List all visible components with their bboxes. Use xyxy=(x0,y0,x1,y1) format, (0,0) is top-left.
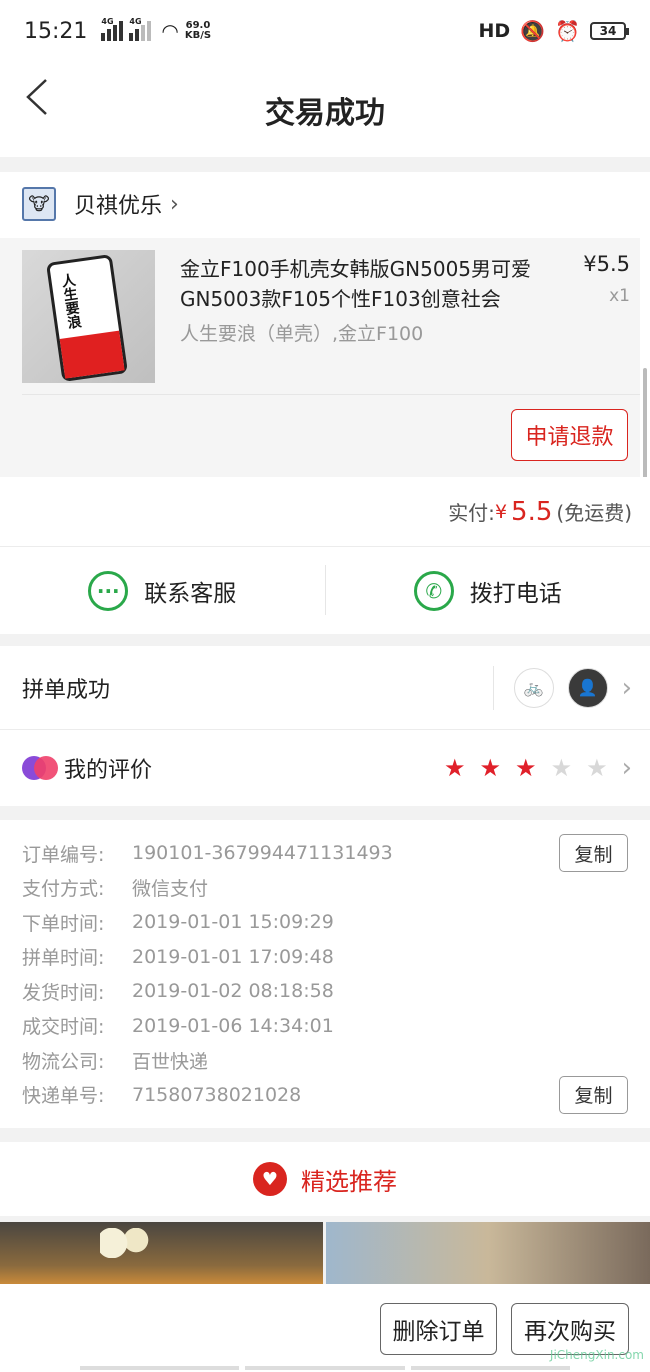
order-item-card: 🐮 贝祺优乐 › 人生要浪 金立F100手机壳女韩版GN5005男可爱GN500… xyxy=(0,172,650,608)
copy-button[interactable]: 复制 xyxy=(559,834,628,872)
copy-button[interactable]: 复制 xyxy=(559,1075,628,1114)
status-bar: 15:21 4G 4G ◠ 69.0 KB/S HD 🔕 ⏰ 34 xyxy=(0,0,650,62)
product-spec: 人生要浪（单壳）,金立F100 xyxy=(180,323,424,345)
order-info-key: 物流公司: xyxy=(22,1050,105,1073)
review-icon xyxy=(22,756,58,780)
heart-icon: ♥ xyxy=(253,1162,287,1196)
order-info-row: 支付方式: 微信支付 xyxy=(22,871,628,906)
currency-symbol: ¥ xyxy=(494,500,508,523)
status-time: 15:21 xyxy=(24,18,88,44)
paid-amount: 5.5 xyxy=(511,496,553,527)
order-info-key: 拼单时间: xyxy=(22,947,105,970)
order-info-row: 订单编号: 190101-367994471131493 复制 xyxy=(22,834,628,872)
shop-avatar: 🐮 xyxy=(22,187,56,221)
wifi-icon: ◠ xyxy=(161,19,179,43)
order-info-value: 2019-01-01 15:09:29 xyxy=(132,911,334,934)
group-success-row[interactable]: 拼单成功 🚲 👤 › xyxy=(0,646,650,730)
call-phone-label: 拨打电话 xyxy=(469,580,562,607)
order-info-row: 发货时间: 2019-01-02 08:18:58 xyxy=(22,974,628,1009)
signal-icon: 4G xyxy=(101,17,124,41)
order-info-value: 2019-01-01 17:09:48 xyxy=(132,945,334,968)
recommend-product-image[interactable] xyxy=(0,1222,323,1284)
recommend-header: ♥ 精选推荐 xyxy=(0,1142,650,1216)
chat-icon: ··· xyxy=(88,570,129,611)
order-info: 订单编号: 190101-367994471131493 复制 支付方式: 微信支付 下单… xyxy=(0,820,650,1128)
my-review-label: 我的评价 xyxy=(64,758,153,783)
order-info-key: 快递单号: xyxy=(22,1085,105,1108)
order-info-key: 下单时间: xyxy=(22,912,105,935)
order-info-value: 2019-01-02 08:18:58 xyxy=(132,980,334,1003)
nav-header: 交易成功 xyxy=(0,62,650,157)
refund-button[interactable]: 申请退款 xyxy=(511,409,628,461)
order-info-value: 微信支付 xyxy=(132,878,209,901)
recommend-product-image[interactable] xyxy=(326,1222,650,1284)
star-rating: ★ ★ ★ ★ ★ › xyxy=(444,753,632,783)
contact-row: ··· 联系客服 ✆ 拨打电话 xyxy=(0,547,650,634)
star-icon: ★ xyxy=(479,754,502,782)
network-speed: 69.0 KB/S xyxy=(184,20,212,41)
order-info-value: 71580738021028 xyxy=(132,1083,302,1106)
call-phone-button[interactable]: ✆ 拨打电话 xyxy=(326,547,650,634)
order-info-key: 成交时间: xyxy=(22,1016,105,1039)
signal-icon-2: 4G xyxy=(129,17,152,41)
divider xyxy=(492,665,494,710)
battery-icon: 34 xyxy=(590,22,629,40)
alarm-icon: ⏰ xyxy=(555,19,580,43)
chevron-right-icon: › xyxy=(621,672,632,703)
product-quantity: x1 xyxy=(609,286,630,306)
contact-service-label: 联系客服 xyxy=(144,580,237,607)
mute-icon: 🔕 xyxy=(520,19,546,43)
order-info-key: 发货时间: xyxy=(22,981,105,1004)
contact-service-button[interactable]: ··· 联系客服 xyxy=(0,547,325,634)
product-title: 金立F100手机壳女韩版GN5005男可爱GN5003款F105个性F103创意… xyxy=(180,257,532,311)
order-info-row: 快递单号: 71580738021028 复制 xyxy=(22,1075,628,1114)
paid-label: 实付: xyxy=(448,501,495,525)
shop-link[interactable]: 🐮 贝祺优乐 › xyxy=(0,172,650,236)
back-arrow-icon[interactable] xyxy=(24,72,54,122)
page-title: 交易成功 xyxy=(265,95,385,131)
order-info-key: 支付方式: xyxy=(22,878,105,901)
order-info-key: 订单编号: xyxy=(22,843,105,866)
my-review-row[interactable]: 我的评价 ★ ★ ★ ★ ★ › xyxy=(0,730,650,806)
order-info-row: 拼单时间: 2019-01-01 17:09:48 xyxy=(22,940,628,975)
nav-indicator xyxy=(80,1366,570,1370)
watermark: JiChengXin.com xyxy=(549,1348,644,1362)
group-success-label: 拼单成功 xyxy=(22,677,111,703)
chevron-right-icon: › xyxy=(621,753,632,783)
product-price: ¥5.5 xyxy=(583,252,630,276)
payment-summary: 实付: ¥ 5.5 (免运费) xyxy=(0,477,650,547)
divider xyxy=(22,394,640,395)
order-info-row: 下单时间: 2019-01-01 15:09:29 xyxy=(22,905,628,940)
star-icon: ★ xyxy=(515,754,537,782)
shipping-note: (免运费) xyxy=(556,501,632,525)
shop-name: 贝祺优乐 xyxy=(74,194,163,219)
hd-indicator: HD xyxy=(478,20,511,42)
order-info-value: 百世快递 xyxy=(132,1050,209,1073)
recommend-title: 精选推荐 xyxy=(301,1167,397,1196)
star-icon: ★ xyxy=(550,754,573,782)
bottom-action-bar: 删除订单 再次购买 JiChengXin.com xyxy=(0,1284,650,1372)
product-item[interactable]: 人生要浪 金立F100手机壳女韩版GN5005男可爱GN5003款F105个性F… xyxy=(0,238,640,477)
phone-icon: ✆ xyxy=(413,570,454,611)
star-icon: ★ xyxy=(586,754,608,782)
order-info-row: 成交时间: 2019-01-06 14:34:01 xyxy=(22,1009,628,1044)
group-review-card: 拼单成功 🚲 👤 › 我的评价 ★ ★ ★ ★ ★ › xyxy=(0,646,650,806)
chevron-right-icon: › xyxy=(170,191,179,217)
star-icon: ★ xyxy=(444,754,466,782)
avatar: 🚲 xyxy=(513,667,554,708)
order-info-value: 190101-367994471131493 xyxy=(132,842,393,865)
recommend-grid xyxy=(0,1222,650,1284)
order-info-value: 2019-01-06 14:34:01 xyxy=(132,1014,334,1037)
order-info-row: 物流公司: 百世快递 xyxy=(22,1043,628,1078)
avatar: 👤 xyxy=(567,667,608,708)
delete-order-button[interactable]: 删除订单 xyxy=(380,1303,497,1355)
product-thumbnail[interactable]: 人生要浪 xyxy=(22,250,155,383)
